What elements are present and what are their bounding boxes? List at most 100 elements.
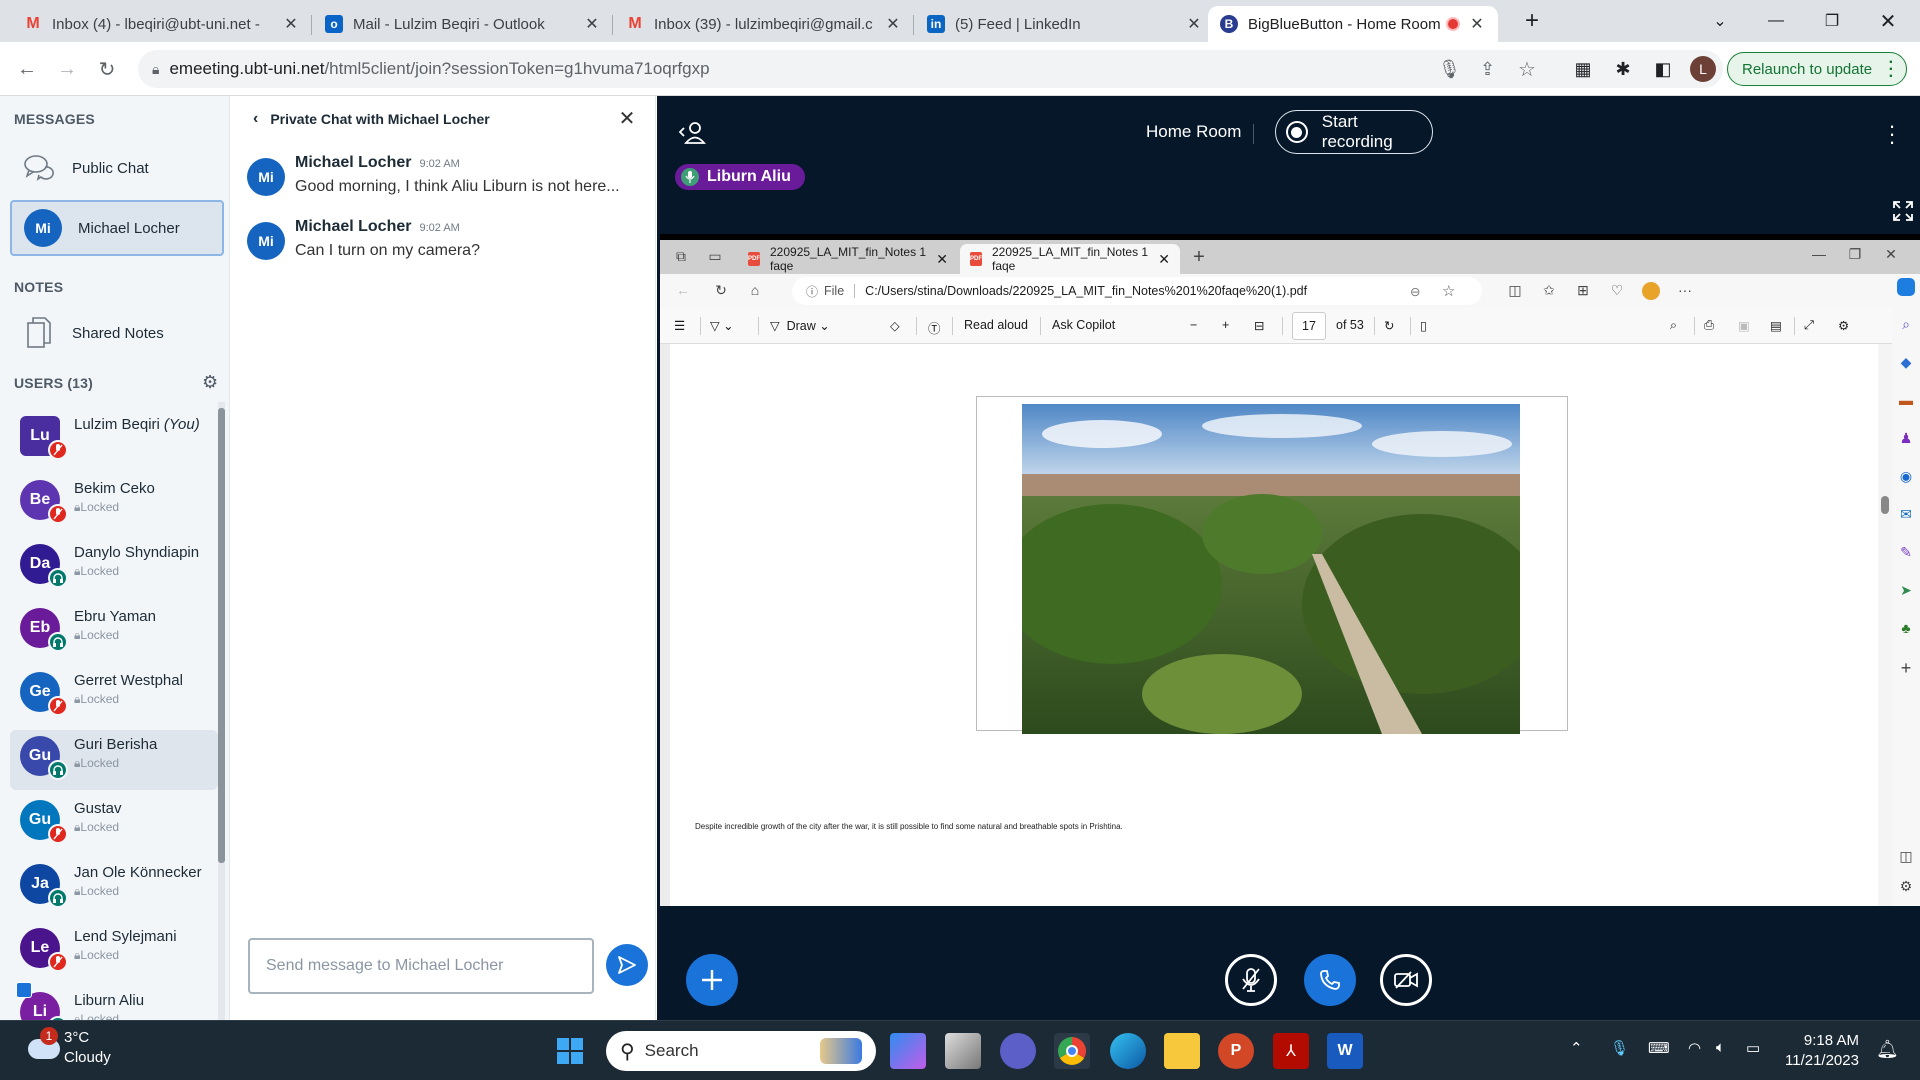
close-tab-icon[interactable]: ✕ <box>583 14 601 34</box>
forward-button[interactable]: → <box>52 54 82 84</box>
maximize-button[interactable]: ❐ <box>1804 0 1860 42</box>
pdf-scrollbar-thumb[interactable] <box>1881 496 1889 514</box>
volume-icon[interactable]: 🔈︎ <box>1716 1039 1725 1056</box>
file-explorer-icon[interactable] <box>1164 1033 1200 1069</box>
close-tab-icon[interactable]: ✕ <box>1185 14 1203 34</box>
favorites-icon[interactable]: ✩ <box>1540 282 1558 300</box>
workspaces-icon[interactable]: ⧉ <box>672 248 690 266</box>
unmute-microphone-button[interactable] <box>1225 954 1277 1006</box>
user-list-item[interactable]: Ge Gerret Westphal 🔒︎Locked <box>10 666 218 726</box>
fit-to-width-icon[interactable]: ⊟ <box>1254 318 1264 333</box>
chrome-taskbar-icon[interactable] <box>1054 1033 1090 1069</box>
home-icon[interactable]: ⌂ <box>746 282 764 300</box>
ask-copilot-button[interactable]: Ask Copilot <box>1052 318 1115 332</box>
add-text-icon[interactable]: Ⓣ <box>928 318 941 337</box>
close-tab-icon[interactable]: ✕ <box>936 251 948 268</box>
start-recording-button[interactable]: Start recording <box>1275 110 1433 154</box>
designer-icon[interactable]: ✎ <box>1897 544 1915 562</box>
show-hidden-icons[interactable]: ⌃ <box>1570 1039 1583 1057</box>
chat-header[interactable]: ‹ Private Chat with Michael Locher <box>253 110 490 128</box>
user-list-item[interactable]: Lu Lulzim Beqiri (You) <box>10 410 218 470</box>
minimize-button[interactable]: — <box>1748 0 1804 42</box>
user-list-item[interactable]: Gu Guri Berisha 🔒︎Locked <box>10 730 218 790</box>
share-webcam-button[interactable] <box>1380 954 1432 1006</box>
word-icon[interactable]: W <box>1327 1033 1363 1069</box>
tools-icon[interactable]: ▬ <box>1897 392 1915 410</box>
new-tab-button[interactable]: + <box>1504 0 1560 42</box>
pdf-scrollbar[interactable] <box>1878 344 1892 906</box>
actions-plus-button[interactable] <box>686 954 738 1006</box>
shopping-icon[interactable]: ◆ <box>1897 354 1915 372</box>
split-screen-icon[interactable]: ◫ <box>1506 282 1524 300</box>
close-window-button[interactable]: ✕ <box>1882 246 1900 264</box>
profile-avatar[interactable]: L <box>1690 56 1716 82</box>
user-list-item[interactable]: Eb Ebru Yaman 🔒︎Locked <box>10 602 218 662</box>
games-icon[interactable]: ♟ <box>1897 430 1915 448</box>
fullscreen-icon[interactable]: ⤢ <box>1804 318 1814 333</box>
edge-tab-pdf-1[interactable]: PDF 220925_LA_MIT_fin_Notes 1 faqe ✕ <box>738 244 958 274</box>
find-icon[interactable]: ⌕ <box>1670 318 1677 333</box>
close-tab-icon[interactable]: ✕ <box>884 14 902 34</box>
tab-search-icon[interactable]: ⌄ <box>1692 0 1748 42</box>
microphone-icon[interactable]: 🎙︎ <box>1438 59 1461 80</box>
acrobat-icon[interactable]: ⅄ <box>1273 1033 1309 1069</box>
zoom-in-button[interactable]: + <box>1222 318 1229 332</box>
eraser-icon[interactable]: ◇ <box>890 318 900 333</box>
reload-button[interactable]: ↻ <box>92 54 122 84</box>
notifications-bell-icon[interactable]: 🔔︎ <box>1876 1039 1899 1060</box>
public-chat-item[interactable]: Public Chat <box>10 140 224 196</box>
relaunch-to-update-button[interactable]: Relaunch to update · · · <box>1727 52 1907 86</box>
highlight-icon[interactable]: ▽ ⌄ <box>710 318 734 333</box>
address-bar[interactable]: 🔒︎ emeeting.ubt-uni.net/html5client/join… <box>138 50 1723 88</box>
fullscreen-button[interactable] <box>1892 200 1914 222</box>
share-icon[interactable]: ⇪ <box>1480 59 1495 80</box>
toggle-user-list-button[interactable] <box>677 118 707 148</box>
edge-tab-pdf-2[interactable]: PDF 220925_LA_MIT_fin_Notes 1 faqe ✕ <box>960 244 1180 274</box>
private-chat-michael-locher[interactable]: Mi Michael Locher <box>10 200 224 256</box>
user-settings-gear-icon[interactable]: ⚙ <box>202 372 218 393</box>
close-tab-icon[interactable]: ✕ <box>282 14 300 34</box>
drop-icon[interactable]: ➤ <box>1897 582 1915 600</box>
collections-icon[interactable]: ⊞ <box>1574 282 1592 300</box>
zoom-out-button[interactable]: − <box>1190 318 1197 332</box>
user-list-item[interactable]: Li Liburn Aliu 🔒︎Locked <box>10 982 218 1020</box>
read-aloud-button[interactable]: Read aloud <box>964 318 1028 332</box>
browser-tab-bigbluebutton[interactable]: B BigBlueButton - Home Room ✕ <box>1208 6 1498 42</box>
add-sidebar-app-icon[interactable]: + <box>1897 658 1915 678</box>
print-icon[interactable]: ⎙ <box>1704 318 1714 333</box>
back-button[interactable]: ← <box>674 282 692 300</box>
chevron-left-icon[interactable]: ‹ <box>253 110 258 128</box>
teams-icon[interactable] <box>1000 1033 1036 1069</box>
rotate-icon[interactable]: ↻ <box>1384 318 1394 333</box>
close-chat-button[interactable]: ✕ <box>615 106 639 130</box>
task-view-icon[interactable] <box>945 1033 981 1069</box>
shared-notes-item[interactable]: Shared Notes <box>10 305 224 361</box>
edge-taskbar-icon[interactable] <box>1110 1033 1146 1069</box>
zoom-out-icon[interactable]: ⊖ <box>1410 284 1420 299</box>
save-as-icon[interactable]: ▤ <box>1770 318 1782 333</box>
tree-icon[interactable]: ♣ <box>1897 620 1915 638</box>
browser-tab-gmail-2[interactable]: M Inbox (39) - lulzimbeqiri@gmail.c ✕ <box>614 6 914 42</box>
start-button[interactable] <box>552 1033 588 1069</box>
side-panel-icon[interactable]: ◧ <box>1650 56 1676 82</box>
favorite-star-icon[interactable]: ☆ <box>1442 282 1455 300</box>
users-scrollbar-thumb[interactable] <box>218 408 225 863</box>
send-message-button[interactable] <box>606 944 648 986</box>
browser-essentials-icon[interactable]: ♡ <box>1608 282 1626 300</box>
close-window-button[interactable]: ✕ <box>1860 0 1916 42</box>
user-list-item[interactable]: Be Bekim Ceko 🔒︎Locked <box>10 474 218 534</box>
search-icon[interactable]: ⌕ <box>1897 316 1915 334</box>
contents-icon[interactable]: ☰ <box>674 318 685 333</box>
edge-profile-icon[interactable] <box>1642 282 1660 300</box>
browser-tab-linkedin[interactable]: in (5) Feed | LinkedIn ✕ <box>915 6 1215 42</box>
system-clock[interactable]: 9:18 AM 11/21/2023 <box>1785 1031 1859 1071</box>
maximize-button[interactable]: ❐ <box>1846 246 1864 264</box>
leave-audio-button[interactable] <box>1304 954 1356 1006</box>
microphone-in-use-icon[interactable]: 🎙︎ <box>1610 1039 1629 1057</box>
taskbar-search[interactable]: ⚲ Search <box>606 1031 876 1071</box>
extensions-icon[interactable]: ✱ <box>1610 56 1636 82</box>
user-list-item[interactable]: Le Lend Sylejmani 🔒︎Locked <box>10 922 218 982</box>
wifi-icon[interactable]: ◠ <box>1688 1039 1701 1057</box>
page-view-icon[interactable]: ▯ <box>1420 318 1427 333</box>
bookmark-star-icon[interactable]: ☆ <box>1518 57 1536 82</box>
